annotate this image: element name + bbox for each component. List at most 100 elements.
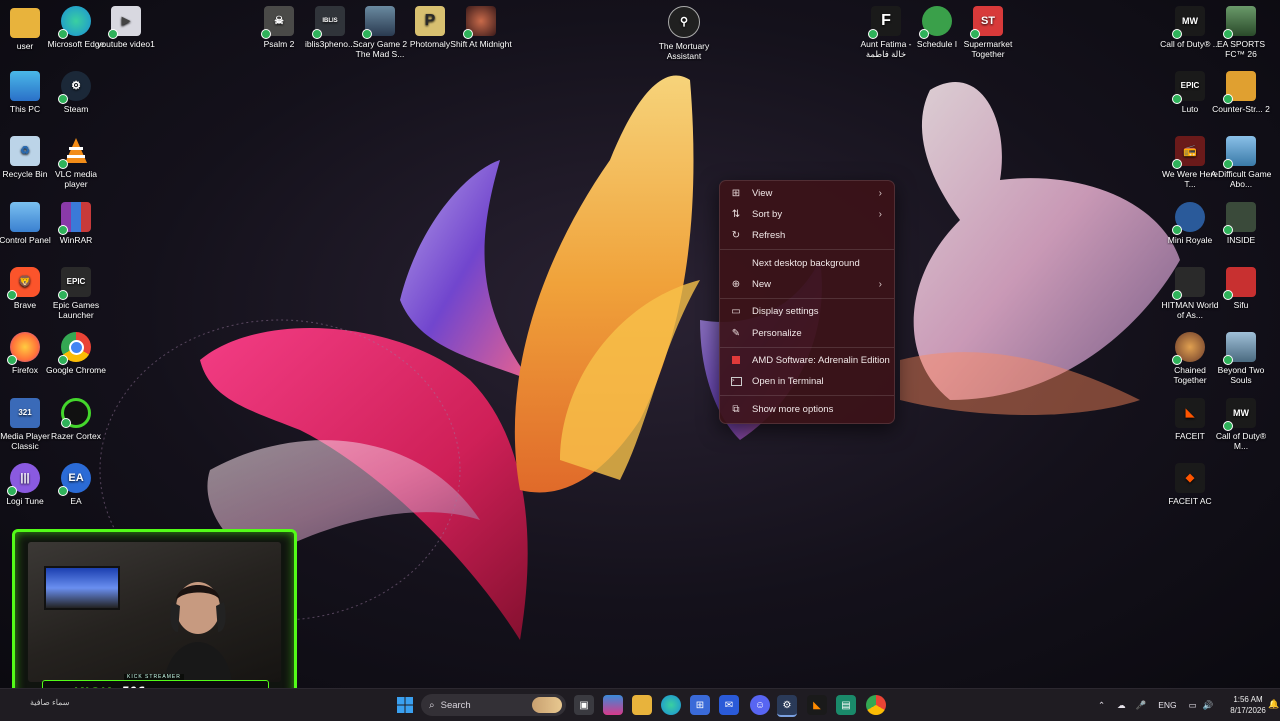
- hitman-icon: [1172, 267, 1205, 300]
- menu-item-refresh[interactable]: ↻ Refresh: [724, 225, 890, 245]
- desktop-icon-winrar[interactable]: WinRAR: [43, 202, 109, 245]
- desktop-icon-razer-cortex[interactable]: Razer Cortex: [43, 398, 109, 441]
- desktop-icon-ea[interactable]: EA EA: [43, 463, 109, 506]
- recycle-bin-icon: ♻: [10, 136, 40, 166]
- desktop-icon-youtube-video[interactable]: ▶ youtube video1: [93, 6, 159, 49]
- media-player-classic-icon: 321: [10, 398, 40, 428]
- desktop-icon-mortuary-assistant[interactable]: ⚲ The Mortuary Assistant: [651, 6, 717, 61]
- chrome-icon: [58, 332, 91, 365]
- grid-icon: ⊞: [731, 187, 741, 199]
- weather-widget[interactable]: سماء صافية: [30, 698, 70, 707]
- clock-date: 8/17/2026: [1230, 706, 1266, 715]
- steam-icon: ⚙: [58, 71, 91, 104]
- photomaly-icon: P: [415, 6, 445, 36]
- desktop-icon-counter-strike-2[interactable]: Counter-Str... 2: [1208, 71, 1274, 114]
- folder-icon: [10, 8, 40, 38]
- task-view-icon[interactable]: ▣: [574, 695, 594, 715]
- desktop-icon-ea-sports-fc[interactable]: EA SPORTS FC™ 26: [1208, 6, 1274, 59]
- menu-item-amd-software[interactable]: AMD Software: Adrenalin Edition: [724, 350, 890, 370]
- chrome-taskbar-icon[interactable]: [866, 695, 886, 715]
- logi-tune-icon: |||: [7, 463, 40, 496]
- faceit-ac-icon: ◆: [1175, 463, 1205, 493]
- menu-item-sort-by[interactable]: ⇅ Sort by ›: [724, 204, 890, 224]
- webcam-feed: [28, 542, 281, 682]
- desktop-icon-vlc[interactable]: VLC media player: [43, 136, 109, 189]
- chevron-right-icon: ›: [878, 187, 882, 199]
- brave-icon: 🦁: [7, 267, 40, 300]
- razer-cortex-icon: [61, 398, 91, 428]
- menu-item-new[interactable]: ⊕ New ›: [724, 274, 890, 294]
- menu-item-next-desktop-background[interactable]: Next desktop background: [724, 253, 890, 273]
- chevron-right-icon: ›: [878, 278, 882, 290]
- menu-item-view[interactable]: ⊞ View ›: [724, 183, 890, 203]
- more-options-icon: ⧉: [732, 403, 740, 415]
- pen-icon: ✎: [731, 327, 741, 339]
- menu-item-personalize[interactable]: ✎ Personalize: [724, 323, 890, 343]
- display-icon: ▭: [731, 305, 741, 317]
- desktop-icon-chrome[interactable]: Google Chrome: [43, 332, 109, 375]
- desktop-icon-steam[interactable]: ⚙ Steam: [43, 71, 109, 114]
- microphone-icon[interactable]: 🎤: [1136, 700, 1147, 711]
- vlc-icon: [58, 136, 91, 169]
- monitor-icon: [10, 71, 40, 101]
- epic-games-icon: EPIC: [58, 267, 91, 300]
- edge-taskbar-icon[interactable]: [661, 695, 681, 715]
- menu-separator: [720, 395, 894, 396]
- start-button[interactable]: [395, 695, 415, 715]
- iblis-game-icon: IBLIS: [312, 6, 345, 39]
- volume-icon[interactable]: 🔊: [1203, 700, 1214, 711]
- system-tray: ⌃ ☁ 🎤 ENG ▭ 🔊: [1098, 689, 1219, 721]
- desktop-icon-epic-games[interactable]: EPIC Epic Games Launcher: [43, 267, 109, 320]
- menu-separator: [720, 249, 894, 250]
- winrar-icon: [58, 202, 91, 235]
- ea-sports-fc-icon: [1223, 6, 1256, 39]
- plus-circle-icon: ⊕: [731, 278, 741, 290]
- desktop-icon-difficult-game[interactable]: A Difficult Game Abo...: [1208, 136, 1274, 189]
- notification-bell-icon[interactable]: 🔔: [1268, 699, 1279, 710]
- taskbar-clock[interactable]: 1:56 AM 8/17/2026: [1222, 694, 1274, 716]
- copilot-icon[interactable]: [603, 695, 623, 715]
- desktop-icon-faceit-ac[interactable]: ◆ FACEIT AC: [1157, 463, 1223, 506]
- we-were-here-icon: 📻: [1172, 136, 1205, 169]
- beyond-two-souls-icon: [1223, 332, 1256, 365]
- microsoft-store-icon[interactable]: ⊞: [690, 695, 710, 715]
- mail-icon[interactable]: ✉: [719, 695, 739, 715]
- supermarket-together-icon: ST: [970, 6, 1003, 39]
- menu-item-display-settings[interactable]: ▭ Display settings: [724, 301, 890, 321]
- app-taskbar-icon[interactable]: ▤: [836, 695, 856, 715]
- taskbar: سماء صافية ⌕ Search ▣ ⊞ ✉ ☺ ⚙ ◣ ▤ ⌃ ☁ 🎤 …: [0, 688, 1280, 721]
- terminal-icon: >: [730, 375, 742, 387]
- desktop-icon-shift-at-midnight[interactable]: Shift At Midnight: [448, 6, 514, 49]
- search-icon: ⌕: [429, 699, 435, 711]
- faceit-taskbar-icon[interactable]: ◣: [807, 695, 827, 715]
- discord-icon[interactable]: ☺: [750, 695, 770, 715]
- network-icon[interactable]: ▭: [1189, 700, 1197, 711]
- aunt-fatima-icon: F: [868, 6, 901, 39]
- steam-taskbar-icon[interactable]: ⚙: [777, 695, 797, 717]
- onedrive-icon[interactable]: ☁: [1117, 700, 1126, 711]
- schedule-one-icon: [919, 6, 952, 39]
- clock-time: 1:56 AM: [1233, 695, 1263, 704]
- menu-item-open-in-terminal[interactable]: > Open in Terminal: [724, 371, 890, 391]
- desktop-icon-inside[interactable]: INSIDE: [1208, 202, 1274, 245]
- background-monitor: [44, 566, 120, 610]
- firefox-icon: [7, 332, 40, 365]
- streamer-silhouette: [164, 582, 232, 682]
- refresh-icon: ↻: [731, 229, 741, 241]
- menu-item-show-more-options[interactable]: ⧉ Show more options: [724, 399, 890, 419]
- chevron-up-icon[interactable]: ⌃: [1098, 700, 1105, 711]
- difficult-game-icon: [1223, 136, 1256, 169]
- search-highlight-icon: [532, 697, 562, 713]
- video-file-icon: ▶: [108, 6, 141, 39]
- desktop-icon-call-of-duty-mw[interactable]: MW Call of Duty® M...: [1208, 398, 1274, 451]
- language-indicator[interactable]: ENG: [1158, 700, 1176, 710]
- desktop-icon-sifu[interactable]: Sifu: [1208, 267, 1274, 310]
- taskbar-search-box[interactable]: ⌕ Search: [421, 694, 566, 716]
- chevron-right-icon: ›: [878, 208, 882, 220]
- desktop-context-menu: ⊞ View › ⇅ Sort by › ↻ Refresh Next desk…: [719, 180, 895, 424]
- webcam-overlay: KICK STREAMER KICK 506_ammer: [12, 529, 297, 707]
- desktop-icon-supermarket-together[interactable]: ST Supermarket Together: [955, 6, 1021, 59]
- desktop-icon-beyond-two-souls[interactable]: Beyond Two Souls: [1208, 332, 1274, 385]
- luto-icon: EPIC: [1172, 71, 1205, 104]
- file-explorer-icon[interactable]: [632, 695, 652, 715]
